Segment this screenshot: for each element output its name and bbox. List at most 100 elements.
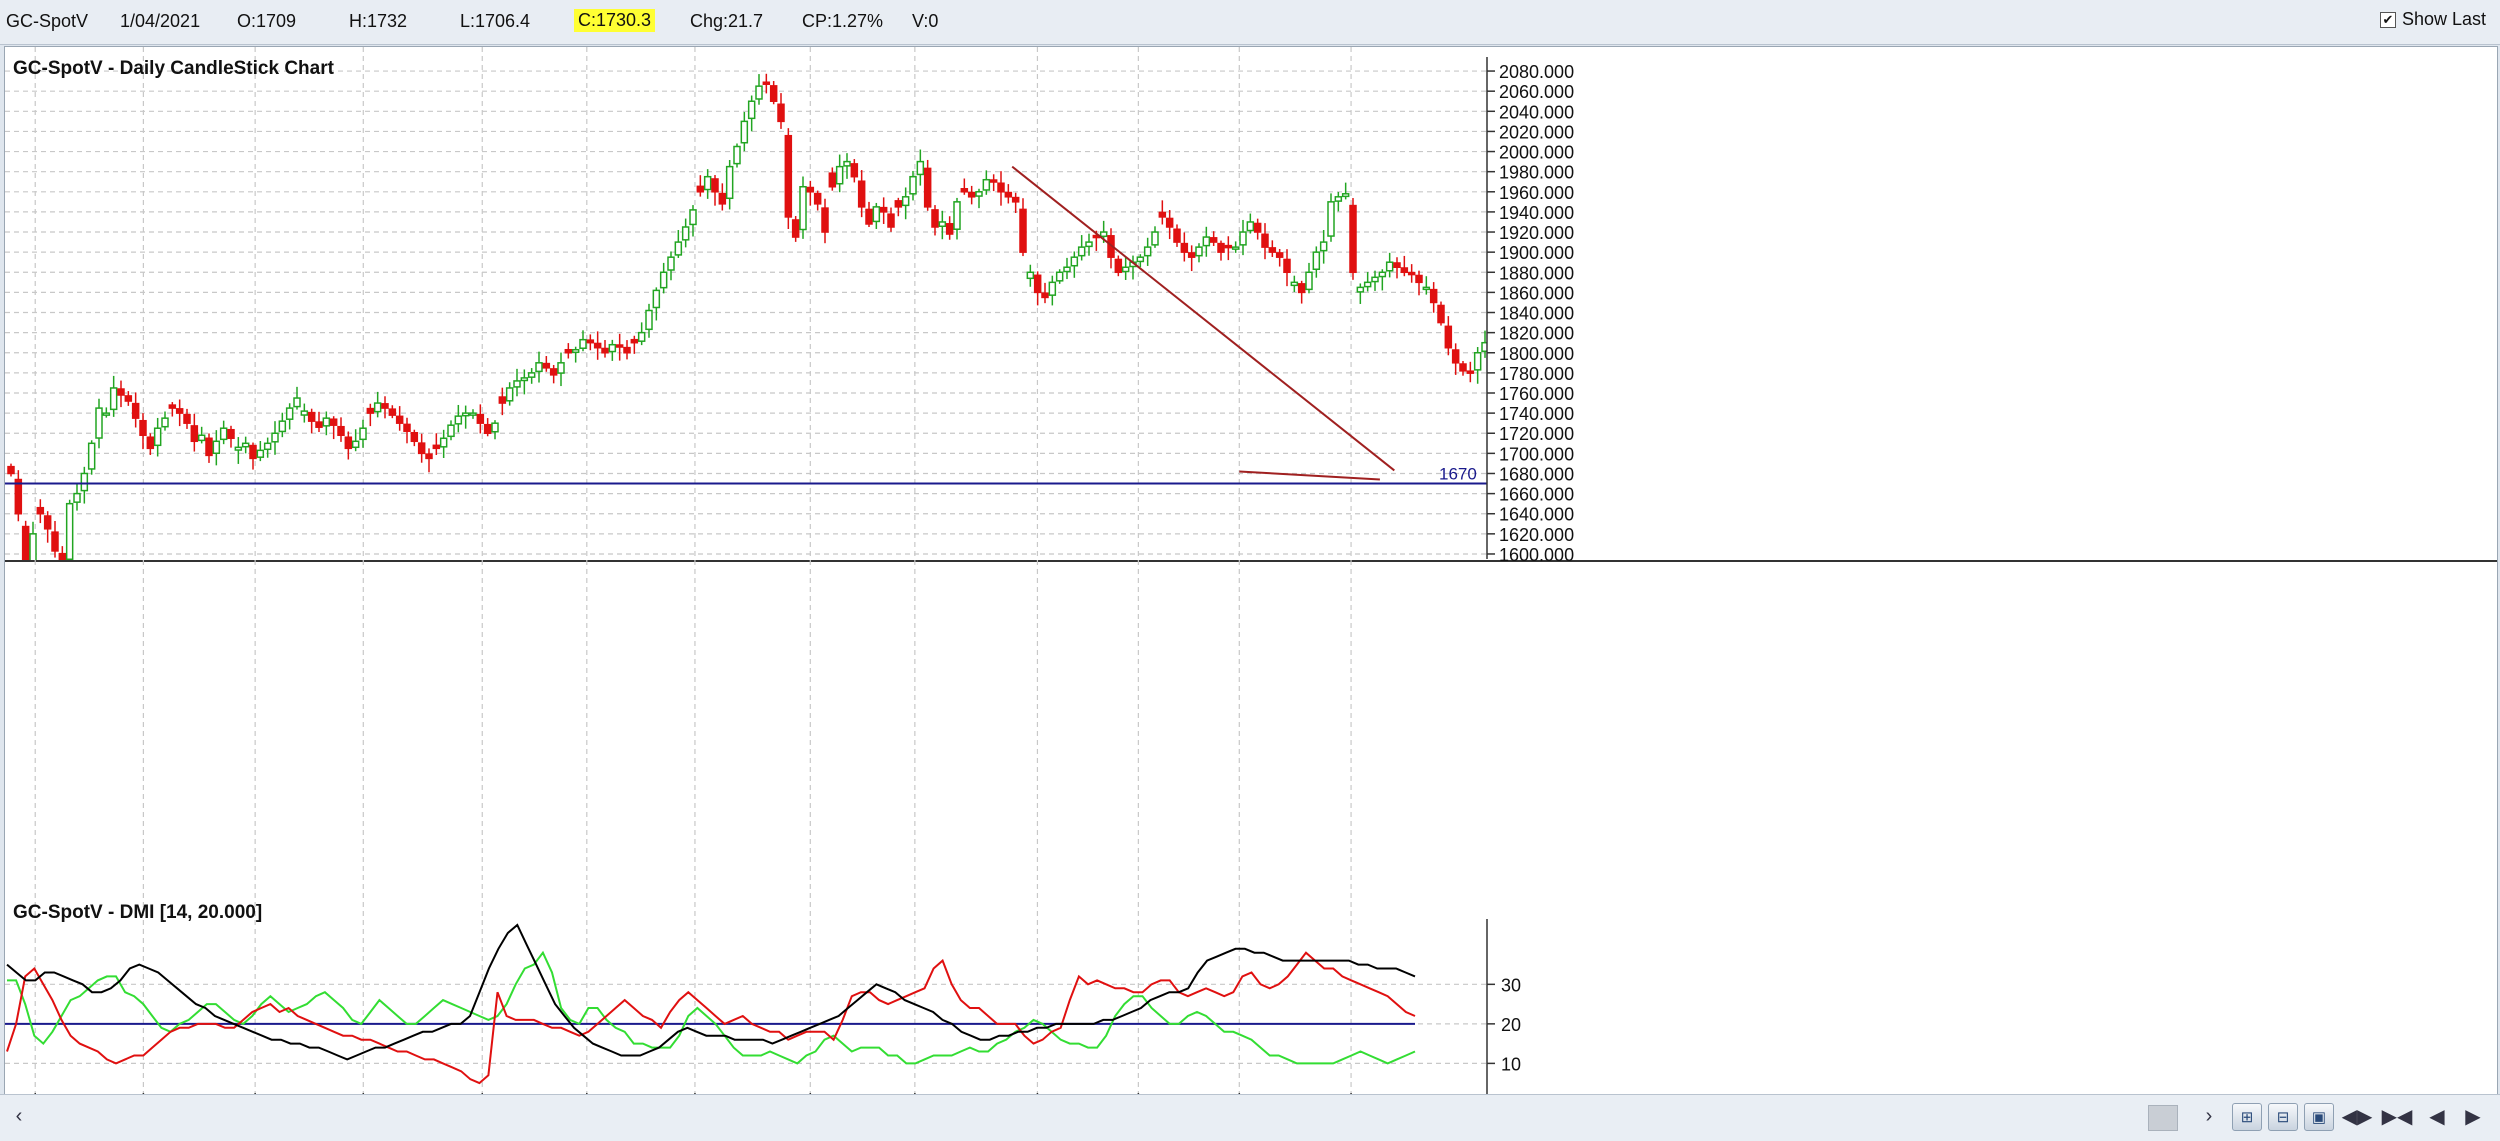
zoom-out-icon[interactable]: ⊟ [2268, 1103, 2298, 1131]
y-tick-label: 1920.000 [1499, 223, 1574, 243]
y-tick-label: 1640.000 [1499, 505, 1574, 525]
candle-body [2237, 446, 2243, 470]
candle-body [1283, 258, 1291, 274]
show-last-toggle[interactable]: ✔ Show Last [2379, 9, 2486, 30]
candle-body [183, 413, 191, 424]
candle-body [461, 412, 470, 417]
candle-body [703, 175, 712, 191]
y-tick-label: 1780.000 [1499, 364, 1574, 384]
y-tick-label: 20 [1501, 1015, 1521, 1035]
candle-body [1577, 292, 1583, 301]
candle-body [835, 165, 844, 185]
candle-body [1437, 304, 1445, 324]
y-tick-label: 2020.000 [1499, 122, 1574, 142]
scroll-end-icon[interactable]: ▶◀ [2382, 1103, 2413, 1129]
candle-body [21, 525, 30, 560]
y-tick-label: 30 [1501, 975, 1521, 995]
candle-body [1466, 370, 1475, 374]
candle-body [51, 531, 59, 552]
candle-body [1400, 267, 1409, 274]
candle-body [2157, 412, 2163, 418]
candle-body [2010, 356, 2016, 373]
candle-body [1783, 290, 1789, 316]
candle-body [425, 453, 433, 460]
candle-body [1114, 258, 1123, 274]
candle-body [527, 372, 536, 378]
scroll-left-icon[interactable]: ◀ [2424, 1103, 2450, 1129]
scrollbar-thumb[interactable] [2148, 1105, 2178, 1131]
candle-body [967, 191, 976, 198]
zoom-in-icon[interactable]: ⊞ [2232, 1103, 2262, 1131]
scroll-start-icon[interactable]: ◀▶ [2342, 1103, 2373, 1129]
candle-body [1136, 256, 1145, 263]
candle-body [1819, 300, 1825, 302]
candle-body [821, 207, 829, 233]
candle-body [1790, 287, 1796, 290]
candle-body [403, 423, 411, 432]
zoom-fit-icon[interactable]: ▣ [2304, 1103, 2334, 1131]
candle-body [747, 100, 756, 120]
grid [5, 47, 2497, 1095]
candle-body [1429, 288, 1438, 304]
candle-body [799, 186, 807, 231]
candle-body [1959, 357, 1965, 372]
candle-body [725, 165, 734, 200]
candle-body [909, 175, 917, 195]
scroll-right-icon[interactable]: ▶ [2460, 1103, 2486, 1129]
candle-body [1143, 246, 1152, 257]
candle-body [43, 515, 52, 530]
candle-body [351, 440, 360, 449]
dmi-series-adx [6, 923, 1416, 1061]
candle-body [850, 163, 859, 178]
candle-body [2149, 410, 2155, 412]
candle-body [689, 209, 697, 226]
candle-body [2061, 445, 2067, 454]
chart-svg: 1670 AprilMayJuneJulyAugustSeptemberOcto… [5, 47, 2497, 1095]
candle-body [124, 395, 133, 402]
candle-body [293, 397, 301, 408]
chevron-left-icon[interactable]: ‹ [6, 1103, 32, 1129]
candle-body [542, 362, 551, 369]
candle-body [1275, 252, 1284, 258]
candle-body [307, 411, 316, 422]
candle-body [806, 186, 815, 193]
candle-body [219, 427, 228, 441]
candle-body [2032, 427, 2038, 436]
candle-body [1724, 273, 1730, 303]
candle-body [872, 206, 881, 223]
candle-body [315, 421, 323, 428]
candle-body [80, 472, 89, 492]
candle-body [571, 348, 580, 354]
y-tick-label: 1940.000 [1499, 203, 1574, 223]
candle-body [1261, 233, 1269, 248]
candle-body [439, 437, 448, 448]
candle-body [1334, 196, 1343, 202]
candle-body [645, 309, 653, 331]
checkbox-checked-icon[interactable]: ✔ [2379, 11, 2396, 28]
candle-body [1033, 274, 1042, 294]
candle-body [2201, 419, 2207, 423]
y-tick-label: 2000.000 [1499, 143, 1574, 163]
candle-body [1871, 294, 1877, 303]
candle-body [865, 208, 873, 225]
candle-body [153, 427, 162, 447]
candle-body [2120, 423, 2126, 427]
candle-body [564, 348, 573, 354]
candle-body [2215, 422, 2221, 424]
candle-body [1305, 271, 1313, 291]
candle-body [271, 432, 279, 443]
candle-body [828, 172, 837, 188]
y-tick-label: 1720.000 [1499, 424, 1574, 444]
chart-area[interactable]: 1670 AprilMayJuneJulyAugustSeptemberOcto… [4, 46, 2498, 1126]
candle-body [2069, 455, 2075, 464]
y-tick-label: 1880.000 [1499, 263, 1574, 283]
candle-body [146, 436, 155, 450]
candle-body [1585, 282, 1591, 291]
candle-body [667, 256, 675, 271]
candle-body [1753, 302, 1759, 305]
y-tick-label: 1600.000 [1499, 545, 1574, 565]
candle-body [777, 103, 785, 123]
chevron-right-icon[interactable]: › [2196, 1103, 2222, 1129]
candle-body [1202, 236, 1211, 247]
candle-body [359, 427, 367, 441]
